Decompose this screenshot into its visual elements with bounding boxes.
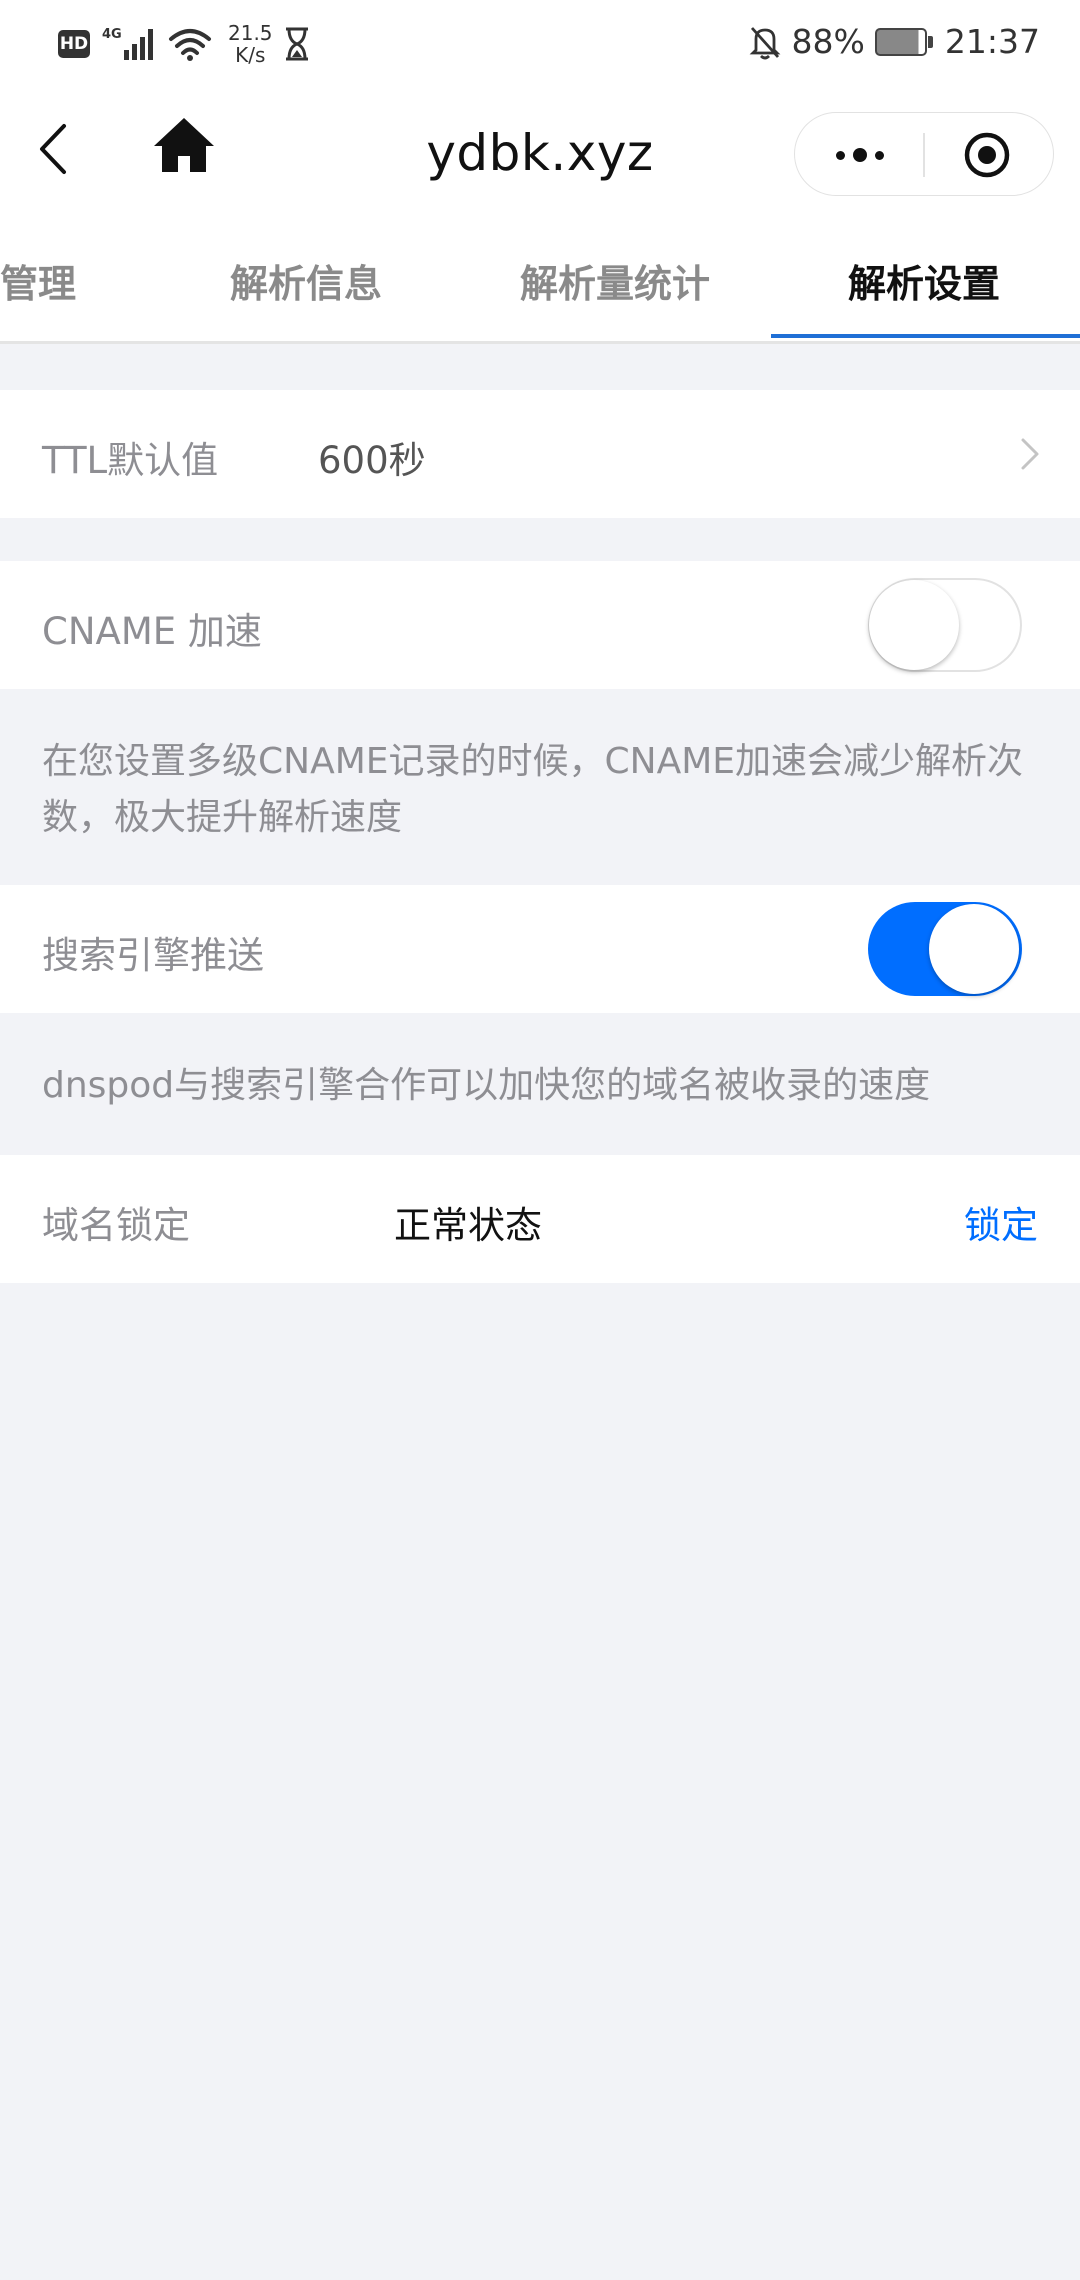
wifi-icon [169, 29, 211, 61]
domain-lock-row: 域名锁定 正常状态 锁定 [0, 1155, 1080, 1283]
battery-icon [874, 27, 933, 56]
lock-button[interactable]: 锁定 [964, 1195, 1038, 1249]
speed-unit: K/s [235, 43, 266, 67]
cname-row: CNAME 加速 [0, 561, 1080, 689]
toggle-knob [869, 580, 959, 670]
mini-program-capsule [794, 112, 1054, 196]
tab-manage[interactable]: 管理 [0, 253, 76, 308]
tab-bar: 管理 解析信息 解析量统计 解析设置 [0, 217, 1080, 344]
more-dots-icon[interactable] [825, 135, 895, 175]
chevron-right-icon [1021, 438, 1039, 470]
seo-push-toggle[interactable] [868, 902, 1022, 996]
tab-resolve-stats[interactable]: 解析量统计 [520, 253, 710, 308]
seo-push-description: dnspod与搜索引擎合作可以加快您的域名被收录的速度 [42, 1065, 931, 1106]
domain-lock-label: 域名锁定 [42, 1204, 190, 1247]
active-tab-indicator [771, 334, 1080, 338]
bell-mute-icon [749, 26, 780, 59]
signal-icon: 4G [102, 27, 153, 60]
ttl-row[interactable]: TTL默认值 600秒 [0, 390, 1080, 518]
target-circle-icon[interactable] [963, 131, 1011, 179]
tab-resolve-settings[interactable]: 解析设置 [848, 253, 1000, 308]
status-right: 88% 21:37 [748, 22, 1040, 61]
speed-value: 21.5 [228, 21, 273, 45]
hd-badge: HD [58, 30, 90, 58]
battery-percent: 88% [791, 22, 865, 61]
seo-push-label: 搜索引擎推送 [42, 934, 264, 977]
domain-lock-status: 正常状态 [394, 1204, 542, 1247]
ttl-label: TTL默认值 [42, 439, 219, 482]
ttl-value: 600秒 [318, 439, 426, 482]
status-bar: HD 4G 21.5 K/s 88% 21:37 [0, 0, 1080, 92]
nav-bar: ydbk.xyz [0, 92, 1080, 217]
capsule-divider [923, 133, 925, 177]
network-speed: 21.5 K/s [228, 22, 273, 66]
network-type: 4G [102, 27, 122, 42]
seo-push-row: 搜索引擎推送 [0, 885, 1080, 1013]
status-left: HD 4G 21.5 K/s [58, 22, 311, 66]
hourglass-icon [285, 27, 308, 61]
toggle-knob [929, 904, 1019, 994]
tab-resolve-info[interactable]: 解析信息 [230, 253, 382, 308]
cname-label: CNAME 加速 [42, 610, 262, 653]
clock: 21:37 [944, 22, 1040, 61]
cname-toggle[interactable] [868, 578, 1022, 672]
cname-description: 在您设置多级CNAME记录的时候，CNAME加速会减少解析次数，极大提升解析速度 [42, 741, 1024, 838]
